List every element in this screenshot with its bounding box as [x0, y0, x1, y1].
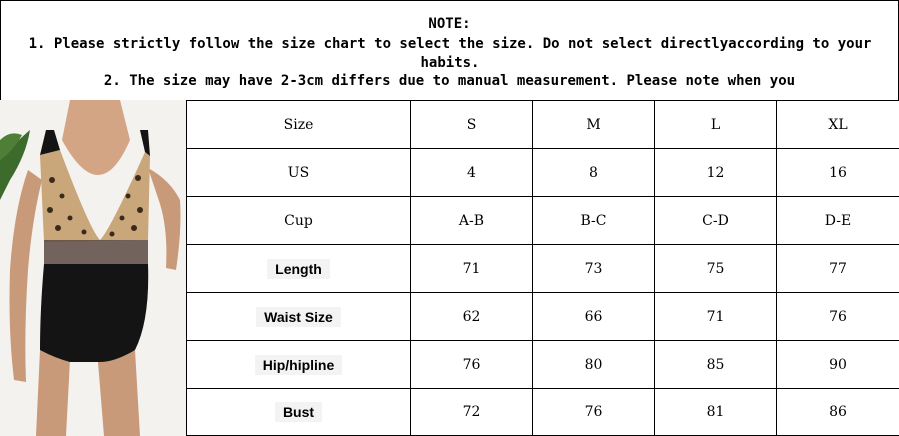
- table-cell: 8: [532, 148, 655, 197]
- row-label: US: [186, 148, 411, 197]
- row-label: Cup: [186, 196, 411, 245]
- product-photo: [0, 100, 186, 436]
- table-cell: 16: [776, 148, 899, 197]
- table-cell: 12: [654, 148, 777, 197]
- table-cell: 62: [410, 292, 533, 341]
- table-cell: 75: [654, 244, 777, 293]
- table-cell: 72: [410, 388, 533, 436]
- row-label: Hip/hipline: [186, 340, 411, 389]
- row-label: Length: [186, 244, 411, 293]
- size-s: S: [410, 100, 533, 149]
- table-row: Cup A-B B-C C-D D-E: [186, 196, 899, 245]
- table-row: Hip/hipline 76 80 85 90: [186, 340, 899, 389]
- table-row: Waist Size 62 66 71 76: [186, 292, 899, 341]
- header-row: Size S M L XL: [186, 100, 899, 149]
- row-label-text: Bust: [274, 402, 323, 422]
- note-title: NOTE:: [428, 16, 471, 32]
- table-row: Length 71 73 75 77: [186, 244, 899, 293]
- table-cell: B-C: [532, 196, 655, 245]
- table-cell: 77: [776, 244, 899, 293]
- size-m: M: [532, 100, 655, 149]
- table-cell: 85: [654, 340, 777, 389]
- table-cell: 66: [532, 292, 655, 341]
- table-cell: C-D: [654, 196, 777, 245]
- row-label-text: Hip/hipline: [254, 354, 343, 375]
- table-cell: 71: [410, 244, 533, 293]
- row-label: Bust: [186, 388, 411, 436]
- table-row: Bust 72 76 81 86: [186, 388, 899, 436]
- size-xl: XL: [776, 100, 899, 149]
- table-cell: 71: [654, 292, 777, 341]
- note-line-1: 1. Please strictly follow the size chart…: [28, 36, 872, 71]
- swimsuit-model-image: [0, 100, 186, 436]
- table-cell: 90: [776, 340, 899, 389]
- table-cell: 81: [654, 388, 777, 436]
- row-label: Waist Size: [186, 292, 411, 341]
- table-cell: 80: [532, 340, 655, 389]
- table-cell: 76: [776, 292, 899, 341]
- row-label-text: Length: [267, 258, 330, 279]
- table-row: US 4 8 12 16: [186, 148, 899, 197]
- size-chart-table: Size S M L XL US 4 8 12 16 Cup A-B B-C C…: [186, 100, 899, 436]
- size-label: Size: [186, 100, 411, 149]
- note-line-2: 2. The size may have 2-3cm differs due t…: [103, 73, 796, 89]
- table-cell: D-E: [776, 196, 899, 245]
- table-cell: A-B: [410, 196, 533, 245]
- table-cell: 76: [410, 340, 533, 389]
- note-box: NOTE: 1. Please strictly follow the size…: [0, 0, 899, 101]
- table-cell: 4: [410, 148, 533, 197]
- row-label-text: Waist Size: [256, 306, 341, 327]
- size-l: L: [654, 100, 777, 149]
- table-cell: 73: [532, 244, 655, 293]
- table-cell: 76: [532, 388, 655, 436]
- table-cell: 86: [776, 388, 899, 436]
